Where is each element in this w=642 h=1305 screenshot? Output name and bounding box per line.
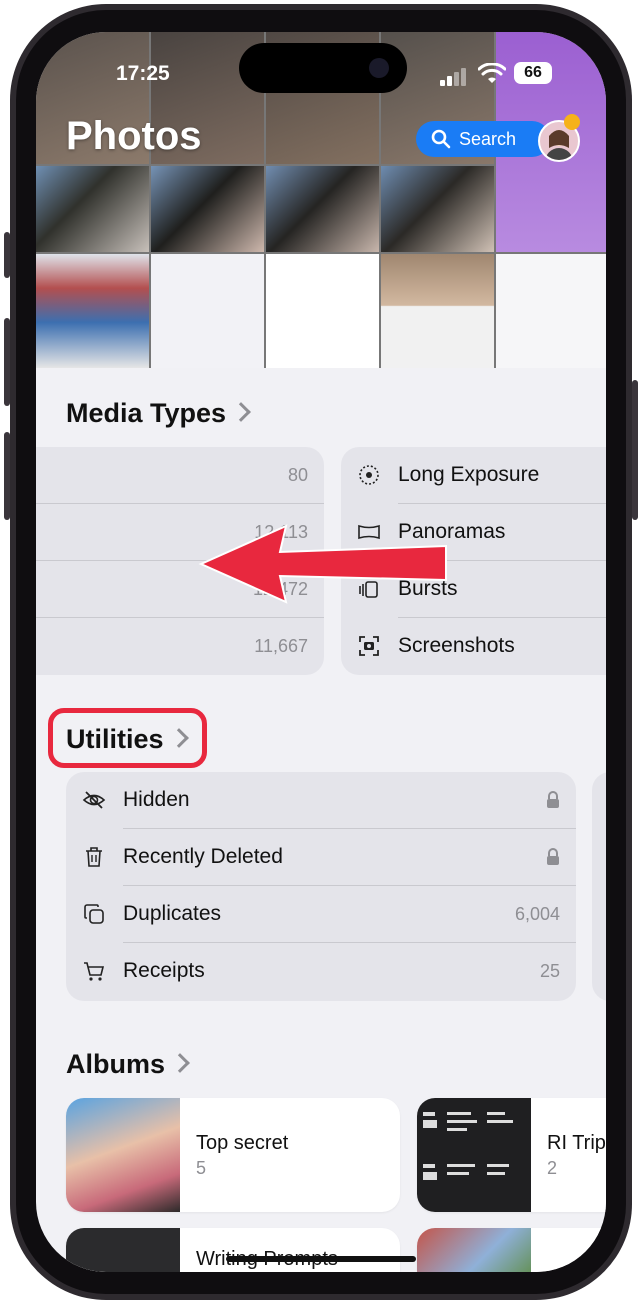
album-card-next[interactable]	[417, 1228, 606, 1272]
lock-icon	[547, 791, 559, 808]
utility-receipts[interactable]: Receipts 25	[66, 943, 576, 1000]
album-thumbnail	[66, 1098, 180, 1212]
albums-title: Albums	[66, 1049, 166, 1079]
album-name: RI Trip	[547, 1132, 606, 1154]
utility-recently-deleted[interactable]: Recently Deleted	[66, 829, 576, 886]
wifi-icon	[478, 63, 506, 83]
photo-tile[interactable]	[151, 254, 264, 368]
battery-indicator: 66	[514, 62, 552, 84]
chevron-right-icon	[231, 401, 251, 422]
utility-label: Recently Deleted	[123, 845, 283, 868]
album-count: 2	[547, 1158, 558, 1178]
screenshot-icon	[359, 636, 379, 656]
lock-icon	[547, 848, 559, 865]
eye-slash-icon	[82, 791, 106, 809]
media-type-label: Long Exposure	[398, 463, 540, 486]
media-type-screenshots[interactable]: Screenshots	[341, 618, 606, 675]
list-item[interactable]: 80	[36, 447, 324, 504]
duplicate-icon	[84, 904, 104, 924]
utility-label: Hidden	[123, 788, 190, 811]
photo-tile[interactable]	[496, 254, 606, 368]
utility-label: Receipts	[123, 959, 205, 982]
photo-tile[interactable]	[381, 254, 494, 368]
volume-up-button	[4, 318, 10, 406]
camera-icon	[369, 58, 389, 78]
utility-label: Duplicates	[123, 902, 222, 925]
power-button	[632, 380, 638, 520]
arrow-annotation-icon	[198, 524, 447, 604]
cart-icon	[84, 962, 105, 981]
album-card-ri-trip[interactable]: RI Trip 2	[417, 1098, 606, 1212]
album-card-writing-prompts[interactable]: Writing Prompts	[66, 1228, 400, 1272]
highlight-annotation	[48, 708, 207, 768]
utility-count: 25	[539, 961, 560, 981]
media-type-long-exposure[interactable]: Long Exposure	[341, 447, 606, 504]
long-exposure-icon	[359, 465, 379, 485]
screen: 17:25 66 Photos Search Media Types 80 11…	[36, 32, 606, 1272]
search-icon	[431, 129, 451, 149]
utilities-card[interactable]: Hidden Recently Deleted Duplicates 6,004…	[66, 772, 576, 1001]
status-time: 17:25	[116, 62, 170, 85]
item-count: 80	[287, 465, 308, 485]
media-types-header[interactable]: Media Types	[66, 398, 251, 429]
chevron-right-icon	[170, 1052, 190, 1073]
photo-tile[interactable]	[266, 254, 379, 368]
photo-tile[interactable]	[36, 166, 149, 252]
dynamic-island	[239, 43, 407, 93]
utility-count: 6,004	[514, 904, 560, 924]
album-thumbnail	[417, 1098, 531, 1212]
media-types-title: Media Types	[66, 398, 227, 428]
home-indicator[interactable]	[226, 1256, 416, 1262]
notification-badge	[564, 114, 580, 130]
utilities-card-next[interactable]	[592, 772, 606, 1001]
photo-tile[interactable]	[151, 166, 264, 252]
album-name: Top secret	[196, 1132, 289, 1154]
photo-tile[interactable]	[381, 166, 494, 252]
list-item[interactable]: 11,667	[36, 618, 324, 675]
utility-duplicates[interactable]: Duplicates 6,004	[66, 886, 576, 943]
media-type-label: Screenshots	[398, 634, 515, 657]
album-card-top-secret[interactable]: Top secret 5	[66, 1098, 400, 1212]
item-count: 11,667	[254, 636, 308, 656]
album-thumbnail	[66, 1228, 180, 1272]
action-button	[4, 232, 10, 278]
album-count: 5	[196, 1158, 207, 1178]
photo-tile[interactable]	[266, 166, 379, 252]
volume-down-button	[4, 432, 10, 520]
photo-tile[interactable]	[36, 254, 149, 368]
cellular-signal-icon	[440, 68, 470, 86]
albums-header[interactable]: Albums	[66, 1049, 190, 1080]
utility-hidden[interactable]: Hidden	[66, 772, 576, 829]
trash-icon	[86, 847, 102, 867]
search-label: Search	[459, 129, 517, 149]
search-button[interactable]: Search	[416, 121, 550, 157]
page-title: Photos	[66, 114, 202, 158]
album-thumbnail	[417, 1228, 531, 1272]
